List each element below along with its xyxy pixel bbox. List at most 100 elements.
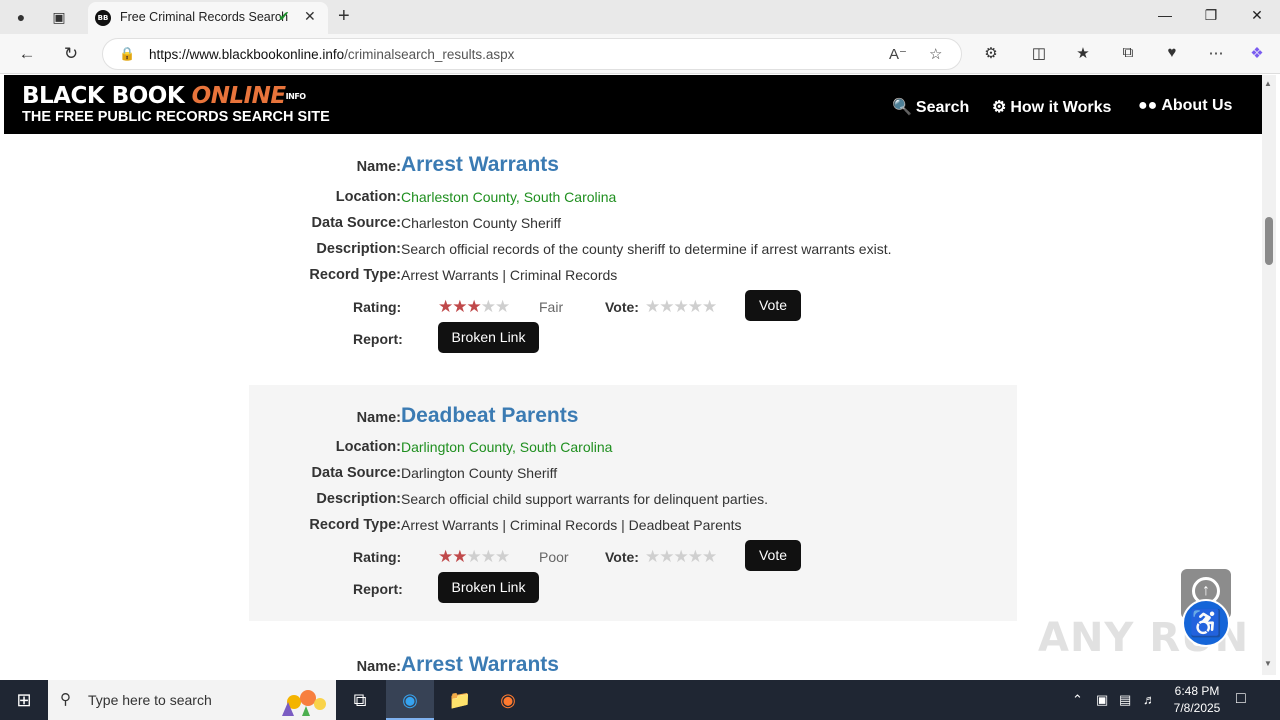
record-name-link[interactable]: Deadbeat Parents (401, 404, 578, 428)
windows-start-icon[interactable]: ⊞ (0, 680, 48, 720)
record-description: Search official records of the county sh… (401, 241, 892, 257)
browser-tab[interactable]: BB Free Criminal Records Search ✔ ✕ (88, 2, 328, 34)
nav-how-it-works[interactable]: ⚙ How it Works (992, 97, 1111, 117)
star-filled-icon: ★ (438, 547, 453, 566)
close-tab-icon[interactable]: ✕ (304, 8, 316, 25)
star-empty-icon: ★ (466, 547, 482, 566)
nav-search-label: Search (915, 99, 970, 116)
site-logo[interactable]: BLACK BOOK ONLINEINFO (22, 83, 306, 109)
rating-word: Poor (539, 549, 569, 565)
device-icon[interactable]: ▣ (1096, 692, 1108, 708)
firefox-icon[interactable]: ◉ (484, 680, 532, 720)
more-menu-icon[interactable]: ⋯ (1205, 44, 1227, 62)
window-close-icon[interactable]: ✕ (1242, 7, 1272, 24)
description-label: Description: (316, 241, 401, 257)
gear-icon: ⚙ (992, 99, 1007, 116)
vote-button[interactable]: Vote (745, 540, 801, 571)
scroll-up-icon[interactable]: ▲ (1264, 79, 1272, 88)
edge-browser-icon[interactable]: ◉ (386, 680, 434, 720)
star-empty-icon: ★ (480, 547, 496, 566)
rating-word: Fair (539, 299, 564, 315)
browser-essentials-icon[interactable]: ♥ (1161, 44, 1183, 61)
search-icon: ⚲ (60, 691, 71, 708)
report-label: Report: (353, 331, 403, 347)
accessibility-icon[interactable]: ♿ (1182, 599, 1230, 647)
taskbar-search-placeholder: Type here to search (88, 692, 212, 708)
url-path: /criminalsearch_results.aspx (344, 47, 515, 62)
rating-stars: ★★★★★ (438, 297, 510, 317)
notifications-icon[interactable]: □ (1236, 690, 1246, 708)
lock-icon[interactable]: 🔒 (119, 46, 135, 62)
star-filled-icon: ★ (452, 547, 467, 566)
record-type: Arrest Warrants | Criminal Records (401, 267, 618, 283)
broken-link-button[interactable]: Broken Link (438, 572, 539, 603)
check-icon: ✔ (278, 8, 290, 24)
vote-button[interactable]: Vote (745, 290, 801, 321)
site-tagline: THE FREE PUBLIC RECORDS SEARCH SITE (22, 109, 330, 125)
clock-date: 7/8/2025 (1173, 701, 1221, 715)
broken-link-button[interactable]: Broken Link (438, 322, 539, 353)
report-label: Report: (353, 581, 403, 597)
network-icon[interactable]: ▤ (1119, 692, 1131, 708)
tab-actions-icon[interactable]: ▣ (48, 6, 70, 28)
scroll-down-icon[interactable]: ▼ (1264, 659, 1272, 668)
star-empty-icon: ★ (495, 547, 510, 566)
url-domain: https://www.blackbookonline.info (149, 47, 345, 62)
nav-about-us[interactable]: ●● About Us (1138, 97, 1232, 115)
location-label: Location: (335, 189, 401, 205)
record-location-link[interactable]: Darlington County, South Carolina (401, 439, 612, 455)
split-screen-icon[interactable]: ◫ (1028, 44, 1050, 62)
profile-icon[interactable]: ● (10, 6, 32, 28)
star-empty-icon: ★ (495, 297, 510, 316)
volume-icon[interactable]: ♬ (1143, 692, 1156, 707)
collections-icon[interactable]: ⧉ (1117, 44, 1139, 61)
record-type: Arrest Warrants | Criminal Records | Dea… (401, 517, 742, 533)
url-text[interactable]: https://www.blackbookonline.info/crimina… (149, 47, 514, 62)
extensions-icon[interactable]: ⚙ (980, 44, 1002, 62)
site-favicon-icon: BB (95, 10, 111, 26)
tab-title: Free Criminal Records Search (120, 10, 289, 24)
file-explorer-icon[interactable]: 📁 (436, 680, 484, 720)
system-clock[interactable]: 6:48 PM 7/8/2025 (1170, 683, 1224, 717)
star-filled-icon: ★ (438, 297, 453, 316)
description-label: Description: (316, 491, 401, 507)
record-type-label: Record Type: (309, 267, 401, 283)
record-card: Name: Deadbeat Parents Location: Darlingto… (249, 385, 1017, 621)
nav-search[interactable]: 🔍 Search (892, 97, 969, 117)
back-icon[interactable]: ← (16, 43, 38, 65)
record-data-source: Darlington County Sheriff (401, 465, 558, 481)
logo-black-book: BLACK BOOK (22, 83, 192, 109)
favorites-icon[interactable]: ★ (1072, 44, 1094, 62)
refresh-icon[interactable]: ↻ (60, 43, 82, 65)
taskbar-search[interactable]: ⚲ Type here to search (48, 680, 336, 720)
restore-icon[interactable]: ❐ (1196, 7, 1226, 24)
data-source-label: Data Source: (311, 465, 401, 481)
vote-stars-input[interactable]: ★★★★★ (645, 547, 717, 567)
record-name-link[interactable]: Arrest Warrants (401, 653, 559, 675)
new-tab-icon[interactable]: + (338, 5, 350, 28)
show-hidden-icons-icon[interactable]: ⌃ (1072, 692, 1083, 708)
task-view-icon[interactable]: ⧉ (336, 680, 384, 720)
clock-time: 6:48 PM (1174, 684, 1220, 698)
star-filled-icon: ★ (452, 297, 467, 316)
nav-how-it-works-label: How it Works (1010, 99, 1112, 116)
record-location-link[interactable]: Charleston County, South Carolina (401, 189, 616, 205)
record-card: Name: Arrest Warrants (249, 635, 1017, 675)
record-description: Search official child support warrants f… (401, 491, 769, 507)
vote-stars-input[interactable]: ★★★★★ (645, 297, 717, 317)
name-label: Name: (356, 159, 401, 175)
data-source-label: Data Source: (311, 215, 401, 231)
read-aloud-icon[interactable]: A⁻ (889, 45, 907, 63)
copilot-icon[interactable]: ❖ (1246, 44, 1268, 62)
site-header: BLACK BOOK ONLINEINFO THE FREE PUBLIC RE… (4, 75, 1262, 134)
page-scrollbar[interactable]: ▲ ▼ (1262, 75, 1276, 675)
favorite-star-icon[interactable]: ☆ (929, 45, 942, 63)
windows-taskbar: ⊞ ⚲ Type here to search ⧉ ◉ 📁 ◉ ⌃ ▣ ▤ ♬ … (0, 680, 1280, 720)
search-highlight-flowers-icon (282, 690, 326, 716)
record-name-link[interactable]: Arrest Warrants (401, 153, 559, 177)
url-bar[interactable]: 🔒 https://www.blackbookonline.info/crimi… (102, 38, 962, 70)
scroll-thumb[interactable] (1265, 217, 1273, 265)
star-empty-icon: ★ (480, 297, 496, 316)
name-label: Name: (356, 659, 401, 675)
minimize-icon[interactable]: — (1150, 7, 1180, 23)
